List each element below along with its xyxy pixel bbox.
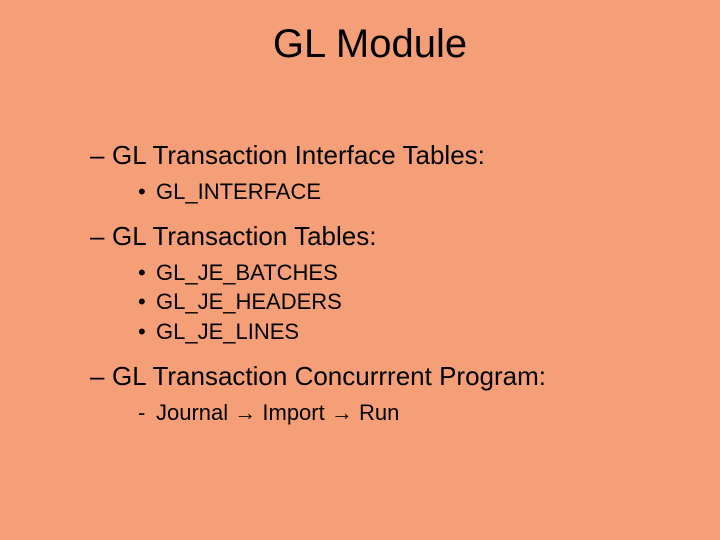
section-heading-text: GL Transaction Interface Tables: [112, 140, 485, 171]
list-item-text: Journal → Import → Run [156, 398, 399, 428]
list-item-text: GL_JE_BATCHES [156, 258, 338, 288]
bullet-list: • GL_JE_BATCHES • GL_JE_HEADERS • GL_JE_… [138, 258, 670, 347]
section-heading: – GL Transaction Concurrrent Program: [90, 361, 670, 392]
slide: GL Module – GL Transaction Interface Tab… [0, 0, 720, 540]
bullet-icon: • [138, 317, 156, 347]
dash-icon: – [90, 361, 112, 392]
list-item: • GL_JE_HEADERS [138, 287, 670, 317]
dash-icon: – [90, 140, 112, 171]
bullet-icon: • [138, 177, 156, 207]
slide-title: GL Module [0, 22, 720, 67]
list-item: - Journal → Import → Run [138, 398, 670, 428]
section-heading: – GL Transaction Interface Tables: [90, 140, 670, 171]
bullet-list: • GL_INTERFACE [138, 177, 670, 207]
section-heading-text: GL Transaction Concurrrent Program: [112, 361, 546, 392]
list-item: • GL_JE_BATCHES [138, 258, 670, 288]
section-heading: – GL Transaction Tables: [90, 221, 670, 252]
list-item-text: GL_JE_LINES [156, 317, 299, 347]
list-item: • GL_INTERFACE [138, 177, 670, 207]
bullet-icon: • [138, 258, 156, 288]
dash-icon: – [90, 221, 112, 252]
list-item-text: GL_JE_HEADERS [156, 287, 342, 317]
list-item-text: GL_INTERFACE [156, 177, 321, 207]
list-item: • GL_JE_LINES [138, 317, 670, 347]
bullet-list: - Journal → Import → Run [138, 398, 670, 428]
bullet-icon: - [138, 398, 156, 428]
slide-body: – GL Transaction Interface Tables: • GL_… [90, 140, 670, 441]
section-heading-text: GL Transaction Tables: [112, 221, 376, 252]
bullet-icon: • [138, 287, 156, 317]
